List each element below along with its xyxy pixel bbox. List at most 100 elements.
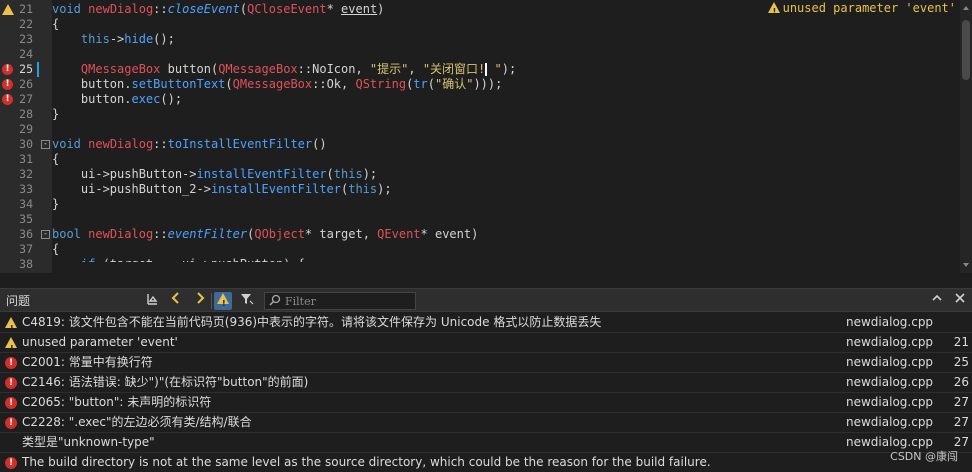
issue-message: C2065: "button": 未声明的标识符 [22, 395, 212, 409]
code-token: QEvent [377, 227, 421, 241]
code-line[interactable]: button.setButtonText(QMessageBox::Ok, QS… [52, 77, 960, 92]
maximize-panel-icon[interactable] [928, 292, 946, 310]
issue-row[interactable]: ! C2228: ".exec"的左边必须有类/结构/联合 newdialog.cp… [0, 413, 972, 433]
next-item-icon[interactable] [191, 292, 209, 310]
error-marker-icon[interactable]: ! [2, 79, 13, 90]
line-number[interactable]: 35 [0, 212, 33, 227]
code-token: setButtonText [131, 77, 226, 91]
issue-file[interactable]: newdialog.cpp [846, 393, 933, 412]
code-line[interactable]: } [52, 197, 960, 212]
code-token: this [80, 32, 110, 46]
filter-search-box[interactable] [264, 292, 416, 310]
issue-row[interactable]: ! C4819: 该文件包含不能在当前代码页(936)中表示的字符。请将该文件保存… [0, 313, 972, 333]
issue-message: C4819: 该文件包含不能在当前代码页(936)中表示的字符。请将该文件保存为… [22, 315, 602, 329]
line-number[interactable]: 37 [0, 242, 33, 257]
code-token: ::NoIcon, [297, 62, 370, 76]
line-number-gutter: 21 22 23 24 25! 26! 27! 28 29 30-31 32 33 34 35 36-37 3… [0, 0, 52, 273]
issue-row[interactable]: ! C2001: 常量中有换行符 newdialog.cpp 25 [0, 353, 972, 373]
issue-message: C2228: ".exec"的左边必须有类/结构/联合 [22, 415, 252, 429]
line-number[interactable]: 34 [0, 197, 33, 212]
line-number[interactable]: 29 [0, 122, 33, 137]
scroll-down-arrow-icon[interactable] [963, 263, 969, 267]
scroll-up-arrow-icon[interactable] [963, 6, 969, 10]
line-number[interactable]: 36 [0, 227, 33, 242]
code-token: exec [131, 92, 161, 106]
code-token: " [487, 62, 502, 76]
issue-message: 类型是"unknown-type" [22, 435, 155, 449]
filter-input[interactable] [285, 294, 411, 308]
issue-row[interactable]: ! unused parameter 'event' newdialog.cpp 21 [0, 333, 972, 353]
warning-icon: ! [767, 2, 780, 16]
code-line[interactable]: ui->pushButton->installEventFilter(this)… [52, 167, 960, 182]
line-number[interactable]: 32 [0, 167, 33, 182]
code-line[interactable] [52, 212, 960, 227]
issue-row[interactable]: ! The build directory is not at the same … [0, 453, 972, 472]
code-token: "确认" [434, 77, 474, 91]
code-line[interactable]: QMessageBox button(QMessageBox::NoIcon, … [52, 62, 960, 77]
issue-row[interactable]: 类型是"unknown-type" newdialog.cpp 27 [0, 433, 972, 453]
error-marker-icon[interactable]: ! [2, 94, 13, 105]
code-area[interactable]: void newDialog::closeEvent(QCloseEvent* … [52, 0, 960, 273]
line-number[interactable]: 30 [0, 137, 33, 152]
issue-line-number: 21 [953, 335, 969, 349]
show-warnings-toggle[interactable]: ! [214, 292, 232, 310]
code-token: this [333, 167, 363, 181]
code-line[interactable]: this->hide(); [52, 32, 960, 47]
code-line[interactable]: void newDialog::toInstallEventFilter() [52, 137, 960, 152]
editor-horizontal-scrollbar[interactable] [52, 262, 960, 273]
line-number[interactable]: 31 [0, 152, 33, 167]
code-line[interactable]: button.exec(); [52, 92, 960, 107]
code-token: ))); [473, 77, 503, 91]
code-line[interactable]: } [52, 107, 960, 122]
fold-toggle-icon[interactable]: - [41, 230, 50, 239]
issues-list[interactable]: ! C4819: 该文件包含不能在当前代码页(936)中表示的字符。请将该文件保存… [0, 313, 972, 472]
issue-file[interactable]: newdialog.cpp [846, 333, 933, 352]
build-clean-icon[interactable] [143, 292, 161, 310]
code-token: ui->pushButton-> [52, 167, 197, 181]
line-number[interactable]: 33 [0, 182, 33, 197]
issue-file[interactable]: newdialog.cpp [846, 413, 933, 432]
code-line[interactable]: bool newDialog::eventFilter(QObject* tar… [52, 227, 960, 242]
code-token: newDialog [88, 137, 154, 151]
fold-toggle-icon[interactable]: - [41, 140, 50, 149]
issue-file[interactable]: newdialog.cpp [846, 353, 933, 372]
code-token: tr [413, 77, 428, 91]
code-token: eventFilter [167, 227, 248, 241]
code-token: ( [326, 167, 334, 181]
code-editor[interactable]: 21 22 23 24 25! 26! 27! 28 29 30-31 32 33 34 35 36-37 3… [0, 0, 972, 273]
code-token: ); [377, 182, 392, 196]
warning-marker-icon[interactable] [2, 4, 14, 15]
issue-message: The build directory is not at the same l… [22, 455, 711, 469]
scrollbar-thumb[interactable] [962, 20, 970, 80]
code-token: void [52, 137, 81, 151]
code-line[interactable] [52, 122, 960, 137]
filter-icon[interactable] [238, 292, 256, 310]
code-token: ); [362, 167, 378, 181]
code-token: closeEvent [167, 2, 240, 16]
line-number[interactable]: 22 [0, 17, 33, 32]
issue-line-number: 25 [953, 355, 969, 369]
previous-item-icon[interactable] [167, 292, 185, 310]
issue-row[interactable]: ! C2065: "button": 未声明的标识符 newdialog.cpp 27 [0, 393, 972, 413]
code-line[interactable]: ui->pushButton_2->installEventFilter(thi… [52, 182, 960, 197]
code-line[interactable]: { [52, 152, 960, 167]
line-number[interactable]: 28 [0, 107, 33, 122]
warning-icon: ! [5, 337, 17, 353]
line-number[interactable]: 24 [0, 47, 33, 62]
code-token: ui->pushButton_2-> [52, 182, 211, 196]
line-number[interactable]: 38 [0, 257, 33, 272]
code-token: void [52, 2, 81, 16]
error-marker-icon[interactable]: ! [2, 64, 13, 75]
line-number[interactable]: 23 [0, 32, 33, 47]
editor-vertical-scrollbar[interactable] [960, 0, 972, 273]
issue-row[interactable]: ! C2146: 语法错误: 缺少")"(在标识符"button"的前面) newd… [0, 373, 972, 393]
code-line[interactable] [52, 47, 960, 62]
watermark: CSDN @康闯 [890, 450, 958, 463]
code-token: installEventFilter [210, 182, 341, 196]
error-icon: ! [5, 377, 17, 389]
issue-file[interactable]: newdialog.cpp [846, 373, 933, 392]
close-panel-icon[interactable] [951, 292, 969, 310]
code-line[interactable]: { [52, 17, 960, 32]
issue-file[interactable]: newdialog.cpp [846, 313, 933, 332]
code-line[interactable]: { [52, 242, 960, 257]
